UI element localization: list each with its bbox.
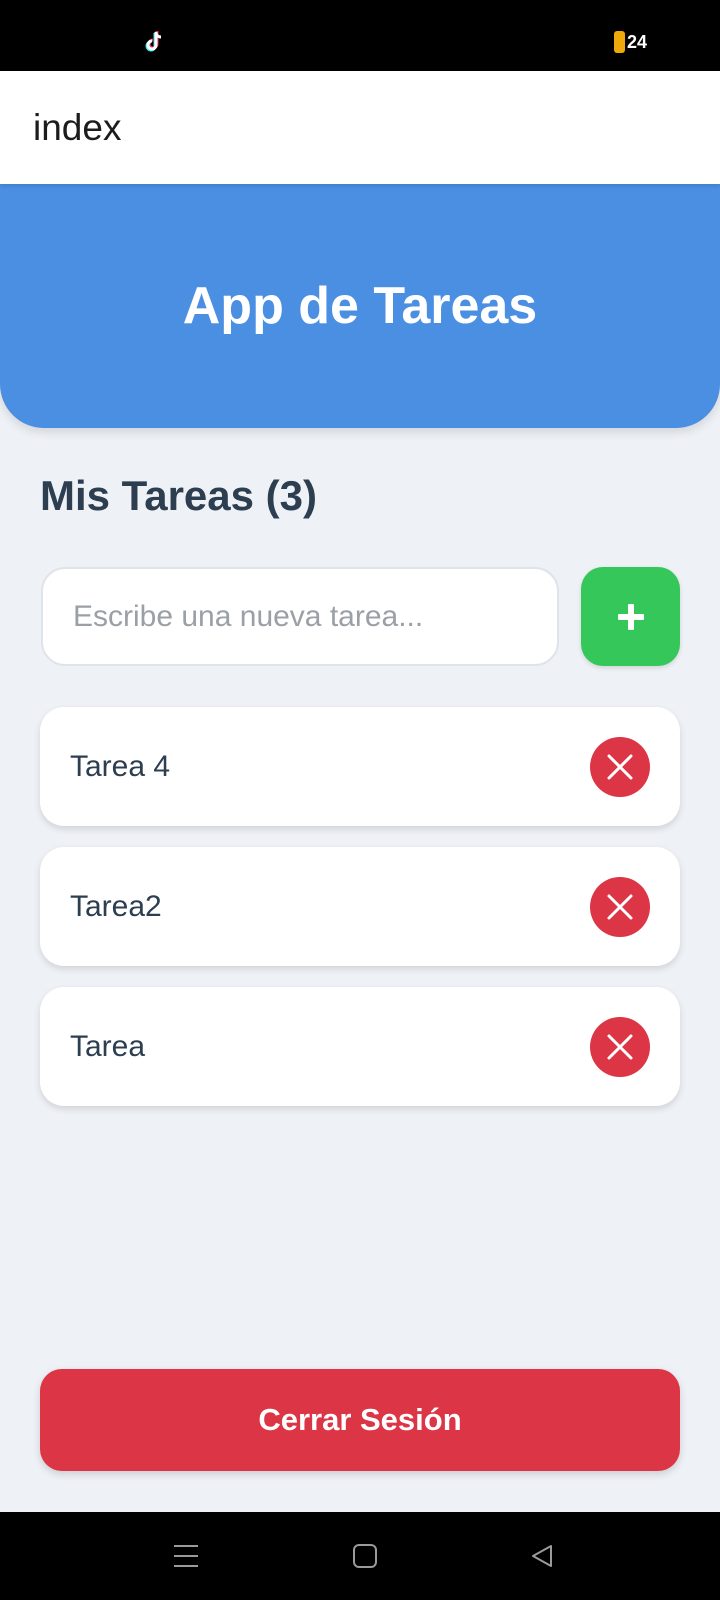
back-icon bbox=[532, 1545, 552, 1567]
app-header: index bbox=[0, 71, 720, 184]
battery-indicator: 24 bbox=[614, 31, 647, 53]
task-label: Tarea bbox=[70, 1029, 146, 1063]
close-icon bbox=[607, 1034, 633, 1059]
task-item: Tarea 4 bbox=[40, 707, 680, 826]
add-task-button[interactable] bbox=[581, 567, 680, 666]
delete-task-button[interactable] bbox=[590, 876, 650, 937]
battery-icon bbox=[614, 31, 625, 53]
delete-task-button[interactable] bbox=[590, 1016, 650, 1077]
close-icon bbox=[607, 894, 633, 919]
back-button[interactable] bbox=[524, 1538, 560, 1574]
navigation-bar bbox=[0, 1512, 720, 1600]
hero-banner: App de Tareas bbox=[0, 184, 720, 428]
battery-level: 24 bbox=[627, 31, 648, 52]
task-label: Tarea 4 bbox=[70, 749, 171, 783]
tasks-heading: Mis Tareas (3) bbox=[40, 472, 317, 519]
page-title: index bbox=[33, 106, 122, 148]
task-label: Tarea2 bbox=[70, 889, 162, 923]
home-icon bbox=[353, 1544, 377, 1568]
task-item: Tarea2 bbox=[40, 847, 680, 966]
app-title: App de Tareas bbox=[182, 277, 538, 335]
delete-task-button[interactable] bbox=[590, 736, 650, 797]
home-button[interactable] bbox=[347, 1538, 383, 1574]
menu-button[interactable] bbox=[168, 1538, 204, 1574]
new-task-input[interactable] bbox=[41, 567, 559, 666]
status-bar: 24 bbox=[0, 0, 720, 71]
plus-icon bbox=[617, 603, 644, 630]
task-list: Tarea 4 Tarea2 Tarea bbox=[40, 707, 680, 1127]
task-item: Tarea bbox=[40, 987, 680, 1106]
menu-icon bbox=[174, 1545, 198, 1567]
tiktok-icon bbox=[145, 31, 162, 52]
close-icon bbox=[607, 754, 633, 779]
logout-button[interactable]: Cerrar Sesión bbox=[40, 1369, 680, 1471]
